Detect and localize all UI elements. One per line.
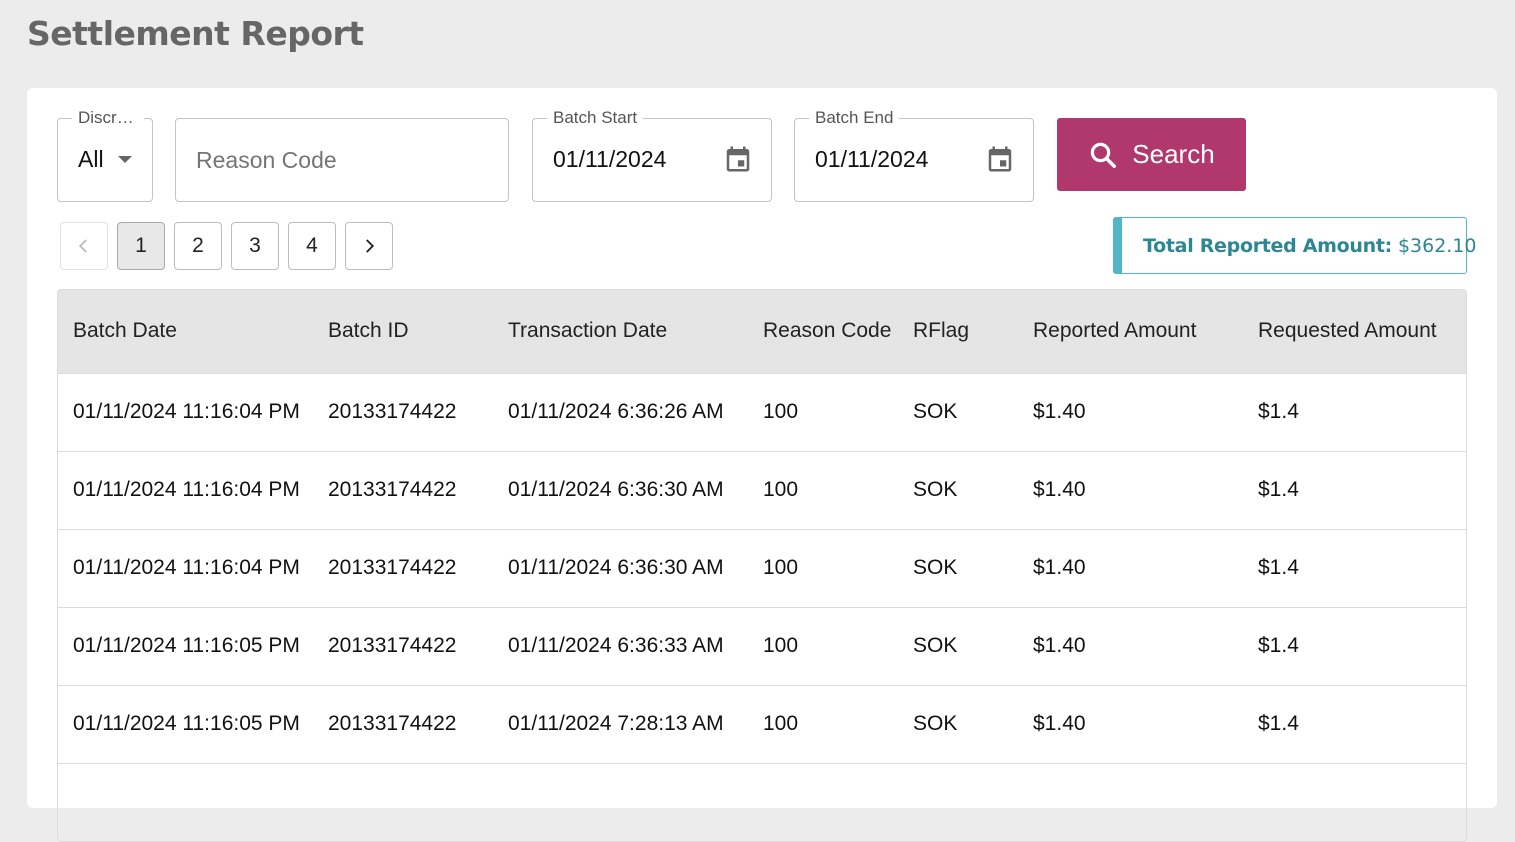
search-button-label: Search — [1132, 139, 1215, 169]
chevron-right-icon — [366, 239, 375, 253]
table-cell: SOK — [913, 478, 958, 501]
table-cell: 100 — [763, 400, 799, 423]
batch-end-label: Batch End — [809, 108, 900, 128]
table-cell: 01/11/2024 11:16:04 PM — [73, 556, 300, 579]
table-cell: 20133174422 — [328, 556, 457, 579]
table-cell: 01/11/2024 11:16:04 PM — [73, 478, 300, 501]
page-button-4[interactable]: 4 — [288, 222, 336, 270]
table-cell: 100 — [763, 556, 799, 579]
page-button-2[interactable]: 2 — [174, 222, 222, 270]
table-cell: SOK — [913, 400, 958, 423]
table-cell — [58, 763, 313, 841]
table-cell: $1.40 — [1033, 712, 1086, 735]
batch-end-field[interactable]: Batch End 01/11/2024 — [794, 108, 1034, 202]
page-button-3[interactable]: 3 — [231, 222, 279, 270]
column-header[interactable]: RFlag — [898, 290, 1018, 373]
table-cell: SOK — [913, 556, 958, 579]
search-button[interactable]: Search — [1057, 118, 1246, 191]
reason-code-field — [175, 118, 509, 202]
table-cell: $1.4 — [1258, 478, 1299, 501]
batch-end-value: 01/11/2024 — [815, 146, 929, 172]
total-label: Total Reported Amount: — [1143, 234, 1392, 257]
batch-start-label: Batch Start — [547, 108, 644, 128]
table-header-row: Batch Date Batch ID Transaction Date Rea… — [58, 290, 1466, 373]
table-row[interactable]: 01/11/2024 11:16:04 PM 20133174422 01/11/2… — [58, 373, 1466, 451]
table-cell: $1.40 — [1033, 556, 1086, 579]
table-cell: 01/11/2024 7:28:13 AM — [508, 712, 724, 735]
table-cell: 01/11/2024 11:16:05 PM — [73, 712, 300, 735]
calendar-icon[interactable] — [985, 143, 1015, 175]
table-row[interactable]: 01/11/2024 11:16:04 PM 20133174422 01/11/2… — [58, 451, 1466, 529]
total-reported-amount: Total Reported Amount: $362.10 — [1113, 217, 1477, 274]
table-cell — [898, 763, 1018, 841]
table-row[interactable]: 01/11/2024 11:16:04 PM 20133174422 01/11/2… — [58, 529, 1466, 607]
chevron-left-icon — [78, 239, 87, 253]
table-cell: 01/11/2024 6:36:26 AM — [508, 400, 724, 423]
table-cell: 01/11/2024 11:16:05 PM — [73, 634, 300, 657]
table-cell: $1.4 — [1258, 556, 1299, 579]
batch-start-field[interactable]: Batch Start 01/11/2024 — [532, 108, 772, 202]
table-cell: 20133174422 — [328, 634, 457, 657]
table-cell: 100 — [763, 634, 799, 657]
prev-page-button[interactable] — [60, 222, 108, 270]
column-header[interactable]: Reason Code — [748, 290, 898, 373]
table-cell: 20133174422 — [328, 478, 457, 501]
discrepancy-select[interactable]: Discrepancy All — [57, 108, 153, 202]
page-title: Settlement Report — [27, 14, 364, 53]
table-cell: 01/11/2024 11:16:04 PM — [73, 400, 300, 423]
column-header[interactable]: Reported Amount — [1018, 290, 1243, 373]
table-row[interactable]: 01/11/2024 11:16:05 PM 20133174422 01/11/2… — [58, 685, 1466, 763]
table-cell — [1018, 763, 1243, 841]
calendar-icon[interactable] — [723, 143, 753, 175]
reason-code-input[interactable] — [176, 119, 508, 201]
table-cell: $1.40 — [1033, 634, 1086, 657]
table-body: 01/11/2024 11:16:04 PM 20133174422 01/11/2… — [58, 373, 1466, 841]
page-button-1[interactable]: 1 — [117, 222, 165, 270]
total-value: $362.10 — [1397, 234, 1477, 257]
column-header[interactable]: Transaction Date — [493, 290, 748, 373]
table-cell — [313, 763, 493, 841]
table-cell: 100 — [763, 712, 799, 735]
table-cell — [1243, 763, 1466, 841]
settlement-table: Batch Date Batch ID Transaction Date Rea… — [57, 289, 1467, 842]
table-cell: 01/11/2024 6:36:30 AM — [508, 478, 724, 501]
search-icon — [1091, 142, 1117, 168]
column-header[interactable]: Batch ID — [313, 290, 493, 373]
batch-start-value: 01/11/2024 — [553, 146, 667, 172]
table-cell: 20133174422 — [328, 400, 457, 423]
next-page-button[interactable] — [345, 222, 393, 270]
table-cell: $1.4 — [1258, 634, 1299, 657]
column-header[interactable]: Batch Date — [58, 290, 313, 373]
column-header[interactable]: Requested Amount — [1243, 290, 1466, 373]
table-cell: 20133174422 — [328, 712, 457, 735]
table-row[interactable] — [58, 763, 1466, 841]
table-cell: SOK — [913, 634, 958, 657]
table-cell: 01/11/2024 6:36:30 AM — [508, 556, 724, 579]
table-cell: SOK — [913, 712, 958, 735]
table-cell — [748, 763, 898, 841]
table-cell — [493, 763, 748, 841]
table-cell: $1.40 — [1033, 400, 1086, 423]
table-cell: $1.4 — [1258, 712, 1299, 735]
caret-down-icon — [118, 156, 132, 163]
table-cell: $1.40 — [1033, 478, 1086, 501]
discrepancy-label: Discrepancy — [72, 108, 144, 128]
table-cell: $1.4 — [1258, 400, 1299, 423]
table-cell: 100 — [763, 478, 799, 501]
table-cell: 01/11/2024 6:36:33 AM — [508, 634, 724, 657]
discrepancy-value: All — [78, 146, 104, 172]
pagination: 1 2 3 4 — [60, 222, 393, 270]
table-row[interactable]: 01/11/2024 11:16:05 PM 20133174422 01/11/2… — [58, 607, 1466, 685]
report-card: Discrepancy All Batch Start 01/11/2024 B… — [27, 88, 1497, 842]
